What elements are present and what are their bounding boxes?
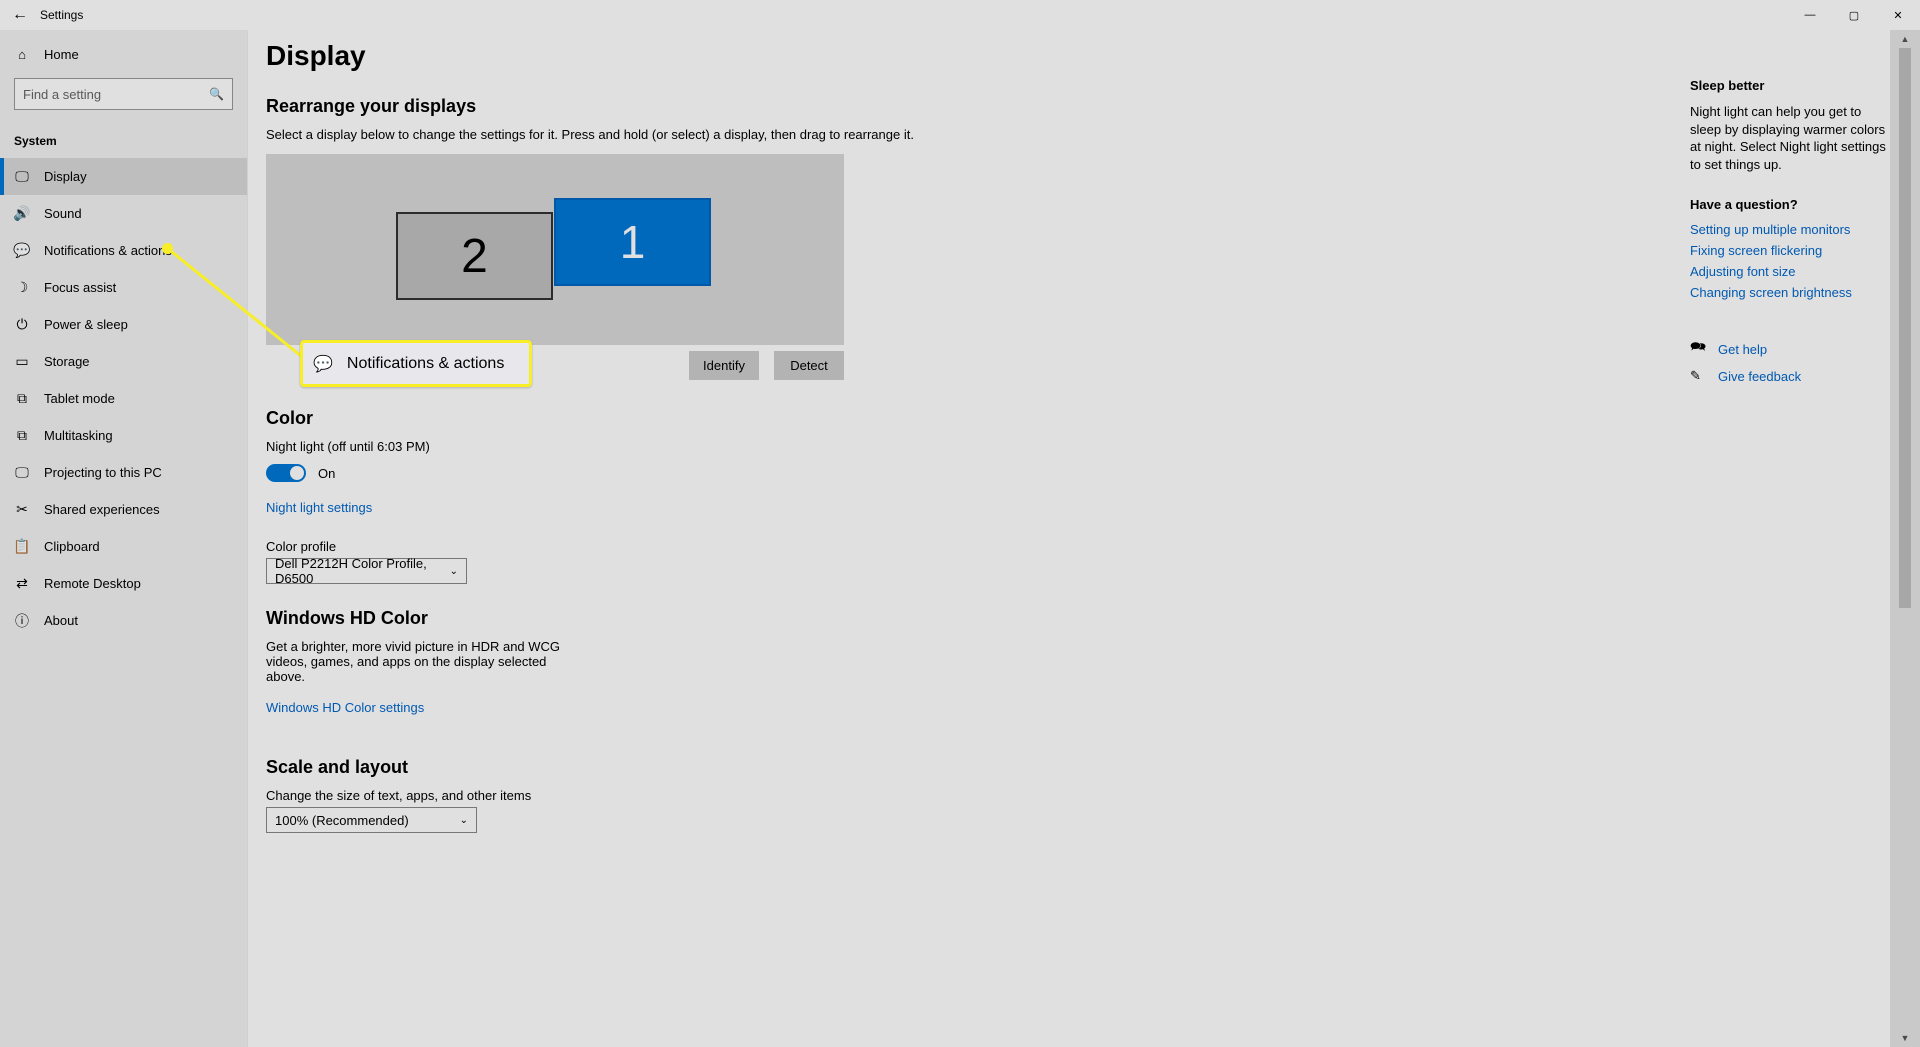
color-profile-select[interactable]: Dell P2212H Color Profile, D6500 ⌄ — [266, 558, 467, 584]
help-link-brightness[interactable]: Changing screen brightness — [1690, 285, 1890, 300]
search-box[interactable]: 🔍 — [14, 78, 233, 110]
home-label: Home — [44, 47, 79, 62]
scale-heading: Scale and layout — [266, 757, 1288, 778]
titlebar: ← Settings — ▢ ✕ — [0, 0, 1920, 30]
sidebar-group: System — [0, 120, 247, 158]
sidebar-item-label: Tablet mode — [44, 391, 115, 406]
scroll-down-arrow-icon[interactable]: ▼ — [1890, 1029, 1920, 1047]
give-feedback-row[interactable]: ✎ Give feedback — [1690, 368, 1890, 384]
close-button[interactable]: ✕ — [1876, 0, 1920, 30]
detect-button[interactable]: Detect — [774, 351, 844, 380]
sidebar: ⌂ Home 🔍 System 🖵 Display 🔊 Sound 💬 Noti… — [0, 30, 248, 1047]
display-icon: 🖵 — [14, 168, 30, 185]
app-title: Settings — [40, 8, 83, 22]
display-arrange-area[interactable]: 2 1 — [266, 154, 844, 345]
help-icon: 🗪 — [1690, 338, 1706, 360]
toggle-knob — [290, 466, 304, 480]
sleep-better-heading: Sleep better — [1690, 78, 1890, 93]
scrollbar-thumb[interactable] — [1899, 48, 1911, 608]
sidebar-item-label: Notifications & actions — [44, 243, 172, 258]
home-icon: ⌂ — [14, 47, 30, 62]
tablet-icon: ⧉ — [14, 390, 30, 407]
sound-icon: 🔊 — [14, 205, 30, 222]
sidebar-item-label: Power & sleep — [44, 317, 128, 332]
multitasking-icon: ⧉ — [14, 427, 30, 444]
sidebar-item-label: Projecting to this PC — [44, 465, 162, 480]
info-icon: ⓘ — [14, 611, 30, 631]
sidebar-item-projecting[interactable]: 🖵 Projecting to this PC — [0, 454, 247, 491]
sidebar-item-label: Sound — [44, 206, 82, 221]
scrollbar[interactable]: ▲ ▼ — [1890, 30, 1920, 1047]
sidebar-item-label: Remote Desktop — [44, 576, 141, 591]
help-link-screen-flickering[interactable]: Fixing screen flickering — [1690, 243, 1890, 258]
rearrange-description: Select a display below to change the set… — [266, 127, 946, 142]
moon-icon: ☽ — [14, 279, 30, 296]
projecting-icon: 🖵 — [14, 464, 30, 481]
hd-color-description: Get a brighter, more vivid picture in HD… — [266, 639, 586, 684]
right-pane: Sleep better Night light can help you ge… — [1690, 78, 1890, 392]
sidebar-item-display[interactable]: 🖵 Display — [0, 158, 247, 195]
help-link-multiple-monitors[interactable]: Setting up multiple monitors — [1690, 222, 1890, 237]
have-question-heading: Have a question? — [1690, 197, 1890, 212]
color-profile-label: Color profile — [266, 539, 946, 554]
sidebar-item-label: Display — [44, 169, 87, 184]
color-profile-value: Dell P2212H Color Profile, D6500 — [275, 556, 450, 586]
night-light-toggle[interactable] — [266, 464, 306, 482]
sidebar-item-label: Focus assist — [44, 280, 116, 295]
hd-color-settings-link[interactable]: Windows HD Color settings — [266, 700, 424, 715]
main-content: Display Rearrange your displays Select a… — [248, 30, 1288, 1047]
help-link-font-size[interactable]: Adjusting font size — [1690, 264, 1890, 279]
sidebar-item-power-sleep[interactable]: ⏻ Power & sleep — [0, 306, 247, 343]
hd-color-heading: Windows HD Color — [266, 608, 1288, 629]
power-icon: ⏻ — [14, 316, 30, 333]
get-help-row[interactable]: 🗪 Get help — [1690, 338, 1890, 360]
page-title: Display — [266, 40, 1288, 72]
monitor-1[interactable]: 1 — [554, 198, 711, 286]
remote-icon: ⇄ — [14, 575, 30, 592]
minimize-button[interactable]: — — [1788, 0, 1832, 30]
sidebar-item-sound[interactable]: 🔊 Sound — [0, 195, 247, 232]
sidebar-item-storage[interactable]: ▭ Storage — [0, 343, 247, 380]
scale-select[interactable]: 100% (Recommended) ⌄ — [266, 807, 477, 833]
search-icon: 🔍 — [209, 87, 224, 101]
sidebar-item-label: Storage — [44, 354, 90, 369]
scale-value: 100% (Recommended) — [275, 813, 409, 828]
chevron-down-icon: ⌄ — [450, 566, 458, 577]
sidebar-item-label: Multitasking — [44, 428, 113, 443]
night-light-label: Night light (off until 6:03 PM) — [266, 439, 946, 454]
shared-icon: ✂ — [14, 501, 30, 518]
identify-button[interactable]: Identify — [689, 351, 759, 380]
night-light-settings-link[interactable]: Night light settings — [266, 500, 372, 515]
sidebar-item-label: About — [44, 613, 78, 628]
chevron-down-icon: ⌄ — [460, 815, 468, 826]
chat-icon: 💬 — [14, 242, 30, 259]
sidebar-item-clipboard[interactable]: 📋 Clipboard — [0, 528, 247, 565]
give-feedback-link: Give feedback — [1718, 369, 1801, 384]
sidebar-home[interactable]: ⌂ Home — [0, 30, 247, 78]
scale-description: Change the size of text, apps, and other… — [266, 788, 946, 803]
scroll-up-arrow-icon[interactable]: ▲ — [1890, 30, 1920, 48]
sidebar-item-multitasking[interactable]: ⧉ Multitasking — [0, 417, 247, 454]
sidebar-item-shared-experiences[interactable]: ✂ Shared experiences — [0, 491, 247, 528]
rearrange-heading: Rearrange your displays — [266, 96, 1288, 117]
maximize-button[interactable]: ▢ — [1832, 0, 1876, 30]
sidebar-item-notifications[interactable]: 💬 Notifications & actions — [0, 232, 247, 269]
clipboard-icon: 📋 — [14, 538, 30, 555]
sidebar-item-remote-desktop[interactable]: ⇄ Remote Desktop — [0, 565, 247, 602]
monitor-2[interactable]: 2 — [396, 212, 553, 300]
sidebar-item-label: Shared experiences — [44, 502, 160, 517]
sidebar-item-focus-assist[interactable]: ☽ Focus assist — [0, 269, 247, 306]
sleep-better-text: Night light can help you get to sleep by… — [1690, 103, 1890, 173]
sidebar-item-about[interactable]: ⓘ About — [0, 602, 247, 639]
search-input[interactable] — [23, 87, 209, 102]
sidebar-item-tablet-mode[interactable]: ⧉ Tablet mode — [0, 380, 247, 417]
feedback-icon: ✎ — [1690, 368, 1706, 384]
sidebar-item-label: Clipboard — [44, 539, 100, 554]
get-help-link: Get help — [1718, 342, 1767, 357]
back-button[interactable]: ← — [0, 6, 40, 24]
storage-icon: ▭ — [14, 353, 30, 370]
color-heading: Color — [266, 408, 1288, 429]
toggle-state: On — [318, 466, 335, 481]
